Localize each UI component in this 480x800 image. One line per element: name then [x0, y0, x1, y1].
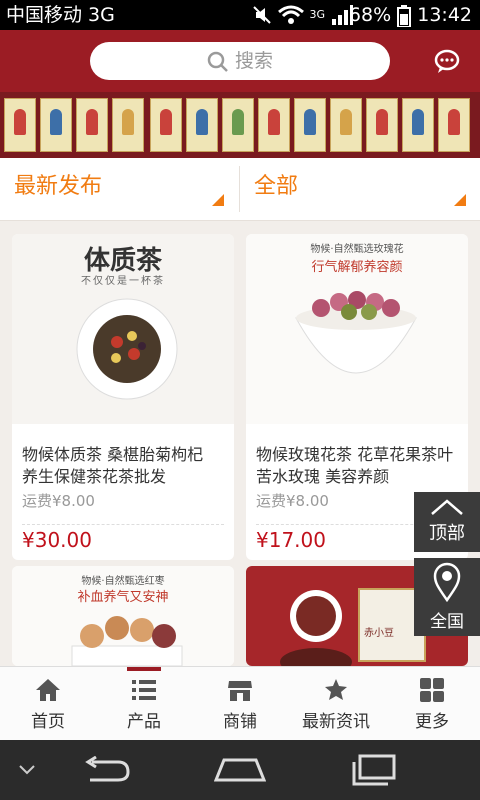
carrier-label: 中国移动 3G [6, 4, 115, 26]
banner-panel [366, 98, 398, 152]
shipping-fee: 运费¥8.00 [22, 492, 95, 510]
banner-panel [258, 98, 290, 152]
product-image: 物候·自然甄选玫瑰花 行气解郁养容颜 [246, 234, 468, 424]
wifi-icon [277, 5, 304, 24]
home-icon [36, 679, 60, 701]
banner-panel [112, 98, 144, 152]
image-title: 赤小豆 [364, 628, 394, 639]
clock: 13:42 [417, 4, 472, 26]
banner-panel [222, 98, 254, 152]
chevron-up-icon [431, 499, 463, 515]
divider [22, 524, 224, 525]
battery-icon [397, 4, 412, 28]
news-icon [325, 679, 347, 700]
shipping-fee: 运费¥8.00 [256, 492, 329, 510]
jujube-bowl-image [71, 616, 183, 666]
recent-apps-icon[interactable] [350, 754, 398, 786]
tea-bowl-image [76, 298, 178, 400]
back-icon[interactable] [82, 756, 132, 784]
image-subtitle: 补血养气又安神 [77, 590, 169, 605]
list-icon [132, 680, 156, 700]
store-icon [228, 681, 252, 701]
system-nav-bar [0, 740, 480, 800]
banner-panel [150, 98, 182, 152]
network-type: 3G [309, 8, 325, 21]
sort-label: 最新发布 [14, 174, 103, 199]
status-bar: 中国移动 3G 3G 68% 13:42 [0, 0, 480, 30]
search-placeholder: 搜索 [234, 50, 273, 72]
dropdown-arrow-icon [212, 194, 224, 206]
image-title: 物候·自然甄选玫瑰花 [310, 244, 404, 255]
status-icons: 3G [252, 0, 353, 30]
tab-news[interactable]: 最新资讯 [288, 667, 384, 741]
product-price: ¥17.00 [256, 528, 326, 552]
tab-label: 产品 [127, 712, 161, 732]
bottom-tab-bar: 首页 产品 商铺 最新资讯 更多 [0, 666, 480, 741]
banner-panel [186, 98, 218, 152]
banner-panel [330, 98, 362, 152]
bean-bowl-image [280, 590, 352, 666]
location-pin-icon [433, 562, 461, 603]
category-dropdown[interactable]: 全部 [254, 158, 478, 220]
product-card[interactable]: 体质茶 不仅仅是一杯茶 物候体质茶 桑椹胎菊枸杞 养生保健茶花茶批发 运费¥8.… [12, 234, 234, 560]
message-icon[interactable] [434, 48, 460, 74]
search-box[interactable]: 搜索 [90, 42, 390, 80]
product-title: 物候体质茶 桑椹胎菊枸杞 养生保健茶花茶批发 [22, 445, 204, 486]
tab-products[interactable]: 产品 [96, 667, 192, 741]
dropdown-arrow-icon [454, 194, 466, 206]
product-image: 体质茶 不仅仅是一杯茶 [12, 234, 234, 424]
banner-panel [438, 98, 470, 152]
banner-panel [4, 98, 36, 152]
national-button[interactable]: 全国 [414, 558, 480, 636]
tab-label: 首页 [31, 712, 65, 732]
image-subtitle: 不仅仅是一杯茶 [81, 276, 165, 287]
home-nav-icon[interactable] [214, 756, 266, 784]
banner-panel [40, 98, 72, 152]
chevron-down-icon[interactable] [18, 764, 36, 776]
product-card[interactable]: 物候·自然甄选红枣 补血养气又安神 [12, 566, 234, 666]
filter-bar: 最新发布 全部 [0, 158, 480, 221]
image-subtitle: 行气解郁养容颜 [311, 260, 403, 275]
product-price: ¥30.00 [22, 528, 92, 552]
banner-panel [402, 98, 434, 152]
image-title: 物候·自然甄选红枣 [81, 576, 165, 587]
national-label: 全国 [430, 612, 464, 632]
tab-label: 最新资讯 [302, 712, 370, 732]
battery-percent: 68% [348, 4, 392, 26]
sort-dropdown[interactable]: 最新发布 [14, 158, 238, 220]
product-image: 物候·自然甄选红枣 补血养气又安神 [12, 566, 234, 666]
back-to-top-button[interactable]: 顶部 [414, 492, 480, 552]
tab-more[interactable]: 更多 [384, 667, 480, 741]
rose-bowl-image [295, 291, 417, 374]
tab-label: 商铺 [223, 712, 257, 732]
tab-label: 更多 [415, 712, 449, 732]
banner-image[interactable] [0, 92, 480, 158]
mute-icon [253, 6, 271, 24]
app-header: 搜索 [0, 30, 480, 92]
product-title: 物候玫瑰花茶 花草花果茶叶苦水玫瑰 美容养颜 [256, 445, 454, 486]
tab-stores[interactable]: 商铺 [192, 667, 288, 741]
banner-panel [294, 98, 326, 152]
search-icon [207, 51, 228, 72]
back-to-top-label: 顶部 [429, 523, 465, 544]
tab-home[interactable]: 首页 [0, 667, 96, 741]
divider [239, 166, 240, 212]
banner-panel [76, 98, 108, 152]
grid-icon [420, 678, 444, 702]
status-right: 68% 13:42 [349, 0, 472, 30]
category-label: 全部 [254, 174, 299, 199]
